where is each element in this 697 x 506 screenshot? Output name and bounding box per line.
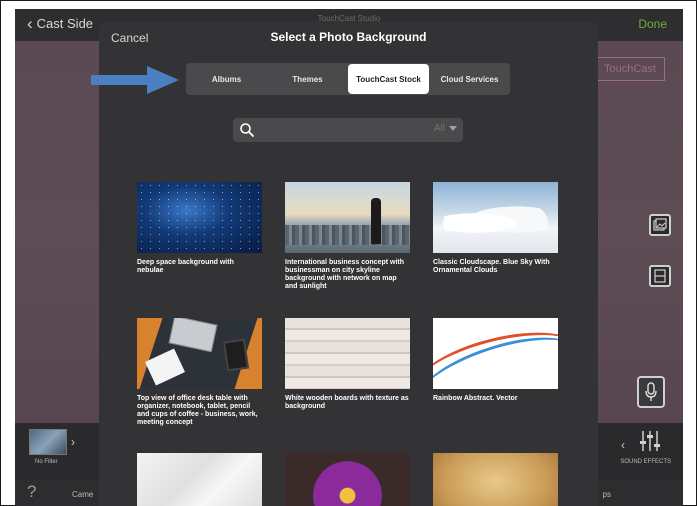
sound-effects-label: SOUND EFFECTS — [620, 459, 671, 465]
modal-title: Select a Photo Background — [270, 30, 427, 44]
photo-caption: Classic Cloudscape. Blue Sky With Orname… — [433, 259, 550, 274]
filter-thumbnail[interactable] — [29, 429, 67, 455]
paper-photo — [433, 453, 558, 506]
microphone-button[interactable] — [637, 376, 665, 408]
tab-themes[interactable]: Themes — [267, 64, 348, 94]
desk-photo — [137, 318, 262, 389]
search-icon — [240, 123, 254, 137]
help-icon[interactable]: ? — [27, 482, 36, 502]
tab-touchcast-stock[interactable]: TouchCast Stock — [348, 64, 429, 94]
stage-title-overlay[interactable]: TouchCast — [595, 57, 665, 81]
filter-label: No Filter — [35, 459, 58, 465]
business-photo — [285, 182, 410, 253]
caret-down-icon — [449, 126, 457, 131]
done-button[interactable]: Done — [638, 17, 667, 31]
search-filter-dropdown[interactable]: All — [434, 123, 457, 134]
sound-effects-icon[interactable] — [639, 429, 661, 453]
photo-caption: Rainbow Abstract. Vector — [433, 395, 518, 402]
clouds-photo — [433, 182, 558, 253]
search-filter-value: All — [433, 123, 445, 134]
photo-tile[interactable]: International business concept with busi… — [285, 182, 410, 291]
wood-photo — [285, 318, 410, 389]
city-skyline — [285, 225, 410, 245]
source-tabs: Albums Themes TouchCast Stock Cloud Serv… — [186, 63, 510, 95]
rainbow-photo — [433, 318, 558, 389]
photo-tile[interactable] — [137, 453, 262, 506]
photo-tile[interactable]: Classic Cloudscape. Blue Sky With Orname… — [433, 182, 558, 275]
photo-caption: White wooden boards with texture as back… — [285, 395, 409, 410]
businessman-figure — [371, 198, 381, 244]
tab-cloud-services[interactable]: Cloud Services — [429, 64, 510, 94]
photo-caption: Deep space background with nebulae — [137, 259, 234, 274]
chevron-right-icon[interactable]: › — [71, 435, 75, 449]
photo-tool-icon[interactable] — [649, 214, 671, 236]
search-bar: All — [233, 118, 463, 142]
props-tab[interactable]: ps — [603, 490, 611, 499]
microphone-icon — [645, 382, 657, 401]
tab-albums[interactable]: Albums — [186, 64, 267, 94]
chevron-left-icon[interactable]: ‹ — [621, 438, 625, 452]
photo-tile[interactable] — [433, 453, 558, 506]
camera-tab[interactable]: Came — [72, 490, 93, 499]
photo-tile[interactable] — [285, 453, 410, 506]
photo-tile[interactable]: Deep space background with nebulae — [137, 182, 262, 275]
flower-photo — [285, 453, 410, 506]
photo-caption: Top view of office desk table with organ… — [137, 395, 258, 426]
photo-tile[interactable]: Top view of office desk table with organ… — [137, 318, 262, 427]
arrow-right-icon — [91, 66, 179, 94]
photo-tile[interactable]: White wooden boards with texture as back… — [285, 318, 410, 411]
film-strip-icon[interactable] — [649, 265, 671, 287]
photo-tile[interactable]: Rainbow Abstract. Vector — [433, 318, 558, 403]
tablet-shape — [223, 338, 249, 372]
search-input[interactable] — [259, 120, 419, 140]
photo-caption: International business concept with busi… — [285, 259, 405, 290]
space-photo — [137, 182, 262, 253]
marble-photo — [137, 453, 262, 506]
